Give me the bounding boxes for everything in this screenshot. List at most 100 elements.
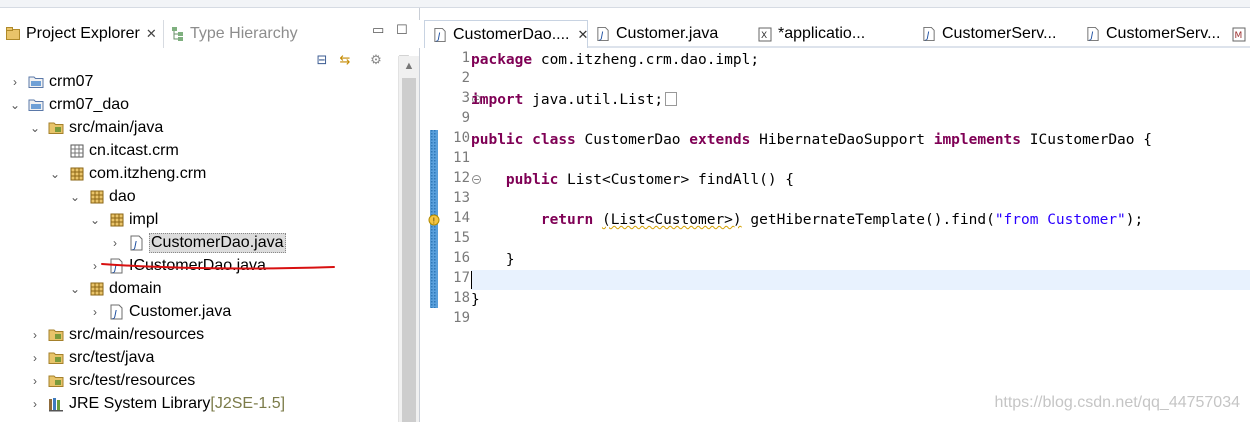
tree-node[interactable]: › JRE System Library [J2SE-1.5] — [28, 392, 285, 415]
editor-tab-label: CustomerServ... — [942, 25, 1057, 42]
tree-node[interactable]: › J ICustomerDao.java — [88, 254, 266, 277]
keyword-token: package — [471, 52, 533, 68]
text-caret — [471, 271, 472, 289]
svg-text:M: M — [1235, 31, 1243, 41]
expand-arrow-icon[interactable]: › — [28, 397, 42, 411]
tree-node[interactable]: ⌄ domain — [68, 277, 162, 300]
line-number: 17 — [453, 270, 470, 286]
expand-arrow-icon[interactable]: › — [28, 351, 42, 365]
tree-node[interactable]: › src/test/resources — [28, 369, 195, 392]
filters-icon[interactable]: ⚙ — [368, 52, 384, 68]
type-hierarchy-icon — [170, 27, 185, 42]
warning-marker-icon[interactable]: ! — [428, 213, 440, 231]
expand-arrow-icon[interactable]: › — [28, 374, 42, 388]
editor-tab-label: CustomerServ... — [1106, 25, 1221, 42]
svg-text:X: X — [761, 31, 767, 41]
expand-arrow-icon[interactable]: › — [88, 259, 102, 273]
svg-text:!: ! — [432, 217, 435, 226]
tree-node[interactable]: ⌄ crm07_dao — [8, 93, 129, 116]
keyword-token: return — [540, 212, 594, 228]
code-token: com.itzheng.crm.dao.impl; — [532, 52, 760, 68]
tree-node[interactable]: ⌄ dao — [68, 185, 136, 208]
package-icon — [68, 166, 85, 182]
expand-arrow-icon[interactable]: › — [8, 75, 22, 89]
collapse-arrow-icon[interactable]: ⌄ — [8, 98, 22, 112]
tab-type-hierarchy-label: Type Hierarchy — [190, 25, 298, 42]
code-line: public class CustomerDao extends Hiberna… — [471, 130, 1250, 150]
tree-node[interactable]: › src/main/resources — [28, 323, 204, 346]
tree-node[interactable]: cn.itcast.crm — [48, 139, 179, 162]
scroll-up-icon[interactable]: ▲ — [399, 56, 419, 76]
project-explorer-view: Project Explorer ✕ Type Hierarchy ▭ ☐ ⊟ … — [0, 8, 420, 422]
tree-node-label: src/main/resources — [69, 325, 205, 343]
code-token: } — [471, 292, 480, 308]
editor-tab[interactable]: J CustomerServ... — [914, 20, 1078, 48]
tab-type-hierarchy[interactable]: Type Hierarchy — [170, 20, 298, 48]
java-editor: J CustomerDao.... ✕ J Customer.java X *applica… — [424, 8, 1250, 422]
collapse-arrow-icon[interactable]: ⌄ — [28, 121, 42, 135]
line-number: 3 — [461, 90, 470, 106]
keyword-token: import — [471, 92, 524, 108]
maximize-icon[interactable]: ☐ — [396, 22, 408, 38]
editor-tab[interactable]: X *applicatio... — [750, 20, 914, 48]
tree-node[interactable]: › crm07 — [8, 70, 93, 93]
tab-project-explorer[interactable]: Project Explorer ✕ — [0, 20, 164, 48]
close-icon[interactable]: ✕ — [146, 26, 157, 42]
line-number: 16 — [453, 250, 470, 266]
editor-tab[interactable]: Mc — [1224, 20, 1250, 48]
tree-node[interactable]: ⌄ src/main/java — [28, 116, 163, 139]
editor-tabbar: J CustomerDao.... ✕ J Customer.java X *applica… — [424, 20, 1250, 48]
expand-arrow-icon[interactable]: › — [88, 305, 102, 319]
keyword-token: class — [532, 132, 576, 148]
tree-node-label: crm07_dao — [49, 95, 130, 113]
close-icon[interactable]: ✕ — [577, 27, 587, 43]
project-explorer-icon — [6, 27, 21, 42]
tree-node[interactable]: ⌄ com.itzheng.crm — [48, 162, 206, 185]
scrollbar-thumb[interactable] — [402, 78, 416, 422]
collapse-arrow-icon[interactable]: ⌄ — [68, 190, 82, 204]
collapsed-region-icon[interactable] — [665, 92, 678, 106]
editor-tab[interactable]: J CustomerDao.... ✕ — [424, 20, 588, 48]
keyword-token: public — [505, 172, 559, 188]
watermark: https://blog.csdn.net/qq_44757034 — [994, 394, 1240, 411]
tree-scrollbar[interactable]: ▲ — [398, 56, 419, 422]
tree-node[interactable]: › J CustomerDao.java — [108, 231, 286, 254]
tree-node-label: impl — [129, 210, 159, 228]
java-file-icon: J — [108, 304, 125, 320]
expand-arrow-icon[interactable]: › — [108, 236, 122, 250]
package-icon — [88, 281, 105, 297]
package-icon — [108, 212, 125, 228]
source-folder-icon — [48, 373, 65, 389]
editor-tab[interactable]: J Customer.java — [588, 20, 750, 48]
java-file-icon: J — [922, 26, 936, 42]
line-number: 2 — [461, 70, 470, 86]
tree-node-suffix: [J2SE-1.5] — [210, 394, 286, 412]
tree-node-label: Customer.java — [129, 302, 232, 320]
code-token: ); — [1125, 212, 1144, 228]
tree-node[interactable]: ⌄ impl — [88, 208, 158, 231]
code-token: CustomerDao — [575, 132, 690, 148]
collapse-arrow-icon[interactable]: ⌄ — [88, 213, 102, 227]
tree-node[interactable]: › J Customer.java — [88, 300, 231, 323]
collapse-all-icon[interactable]: ⊟ — [314, 52, 330, 68]
editor-tab[interactable]: J CustomerServ... — [1078, 20, 1224, 48]
link-with-editor-icon[interactable]: ⇆ — [337, 52, 353, 68]
line-number: 19 — [453, 310, 470, 326]
tree-node[interactable]: › src/test/java — [28, 346, 154, 369]
package-icon — [88, 189, 105, 205]
minimize-icon[interactable]: ▭ — [372, 22, 384, 38]
collapse-arrow-icon[interactable]: ⌄ — [68, 282, 82, 296]
java-file-icon: J — [1086, 26, 1100, 42]
expand-arrow-icon[interactable]: › — [28, 328, 42, 342]
line-number: 15 — [453, 230, 470, 246]
collapse-arrow-icon[interactable]: ⌄ — [48, 167, 62, 181]
line-number: 9 — [461, 110, 470, 126]
maven-file-icon: M — [1232, 27, 1246, 42]
